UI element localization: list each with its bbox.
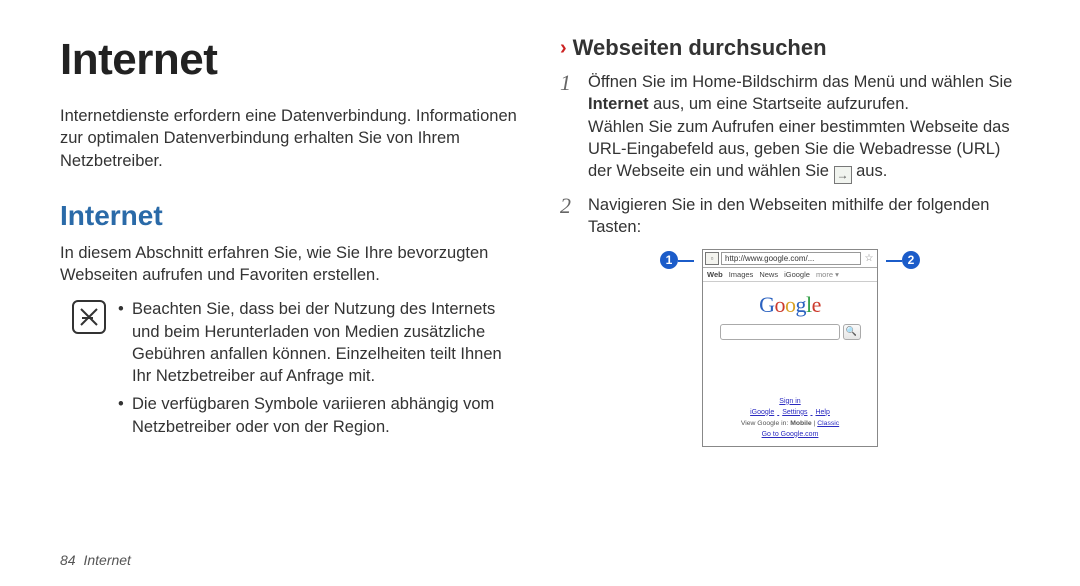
- page-footer: 84 Internet: [60, 552, 131, 568]
- tab-news[interactable]: News: [759, 270, 778, 279]
- search-button[interactable]: 🔍: [843, 324, 861, 340]
- text: View Google in:: [741, 420, 790, 427]
- note-item: Die verfügbaren Symbole variieren abhäng…: [118, 393, 520, 438]
- link-classic[interactable]: Classic: [817, 420, 839, 427]
- step-text: Öffnen Sie im Home-Bildschirm das Menü u…: [588, 71, 1020, 184]
- note-list: Beachten Sie, dass bei der Nutzung des I…: [118, 298, 520, 444]
- note-box: Beachten Sie, dass bei der Nutzung des I…: [60, 298, 520, 444]
- callout-2: 2: [902, 251, 920, 269]
- address-bar: ▫ http://www.google.com/... ☆: [703, 250, 877, 268]
- left-column: Internet Internetdienste erfordern eine …: [60, 35, 520, 447]
- google-logo: Google: [703, 282, 877, 324]
- callout-2-container: 2: [886, 251, 920, 269]
- page-number: 84: [60, 552, 76, 568]
- search-input[interactable]: [720, 324, 840, 340]
- intro-text: Internetdienste erfordern eine Datenverb…: [60, 105, 520, 172]
- url-field[interactable]: http://www.google.com/...: [721, 252, 861, 265]
- search-row: 🔍: [703, 324, 877, 346]
- note-item: Beachten Sie, dass bei der Nutzung des I…: [118, 298, 520, 387]
- signin-link[interactable]: Sign in: [703, 396, 877, 407]
- text: Wählen Sie zum Aufrufen einer bestimmten…: [588, 118, 1010, 181]
- callout-line: [886, 260, 902, 262]
- link-help[interactable]: Help: [815, 409, 829, 416]
- tab-images[interactable]: Images: [729, 270, 754, 279]
- section-title-internet: Internet: [60, 200, 520, 232]
- page-title: Internet: [60, 35, 520, 85]
- step-text: Navigieren Sie in den Webseiten mithilfe…: [588, 194, 1020, 239]
- note-icon: [72, 300, 106, 334]
- step-number: 2: [560, 194, 578, 239]
- text: Mobile: [790, 420, 812, 427]
- phone-figure: 1 ▫ http://www.google.com/... ☆ Web Imag…: [560, 249, 1020, 447]
- callout-line: [678, 260, 694, 262]
- step-1: 1 Öffnen Sie im Home-Bildschirm das Menü…: [560, 71, 1020, 184]
- text: Öffnen Sie im Home-Bildschirm das Menü u…: [588, 73, 1012, 91]
- go-icon: →: [834, 166, 852, 184]
- chevron-icon: ›: [560, 38, 567, 58]
- section-intro: In diesem Abschnitt erfahren Sie, wie Si…: [60, 242, 520, 287]
- text: aus.: [852, 162, 888, 180]
- callout-1: 1: [660, 251, 678, 269]
- link-igoogle[interactable]: iGoogle: [750, 409, 774, 416]
- right-column: › Webseiten durchsuchen 1 Öffnen Sie im …: [560, 35, 1020, 447]
- tab-web[interactable]: Web: [707, 270, 723, 279]
- step-number: 1: [560, 71, 578, 184]
- text: aus, um eine Startseite aufzurufen.: [649, 95, 909, 113]
- link-settings[interactable]: Settings: [782, 409, 807, 416]
- tab-igoogle[interactable]: iGoogle: [784, 270, 810, 279]
- view-mode: View Google in: Mobile | Classic: [703, 418, 877, 429]
- goto-google[interactable]: Go to Google.com: [703, 429, 877, 440]
- footer-title: Internet: [83, 552, 130, 568]
- tab-more[interactable]: more ▾: [816, 270, 839, 279]
- bold-internet: Internet: [588, 95, 649, 113]
- footer-links: iGoogle Settings Help: [703, 407, 877, 418]
- callout-1-container: 1: [660, 251, 694, 269]
- windows-icon[interactable]: ▫: [705, 252, 719, 265]
- subsection-title-text: Webseiten durchsuchen: [573, 35, 827, 61]
- bookmark-icon[interactable]: ☆: [863, 253, 875, 264]
- subsection-title: › Webseiten durchsuchen: [560, 35, 1020, 61]
- step-2: 2 Navigieren Sie in den Webseiten mithil…: [560, 194, 1020, 239]
- browser-screenshot: ▫ http://www.google.com/... ☆ Web Images…: [702, 249, 878, 447]
- google-tabs: Web Images News iGoogle more ▾: [703, 268, 877, 282]
